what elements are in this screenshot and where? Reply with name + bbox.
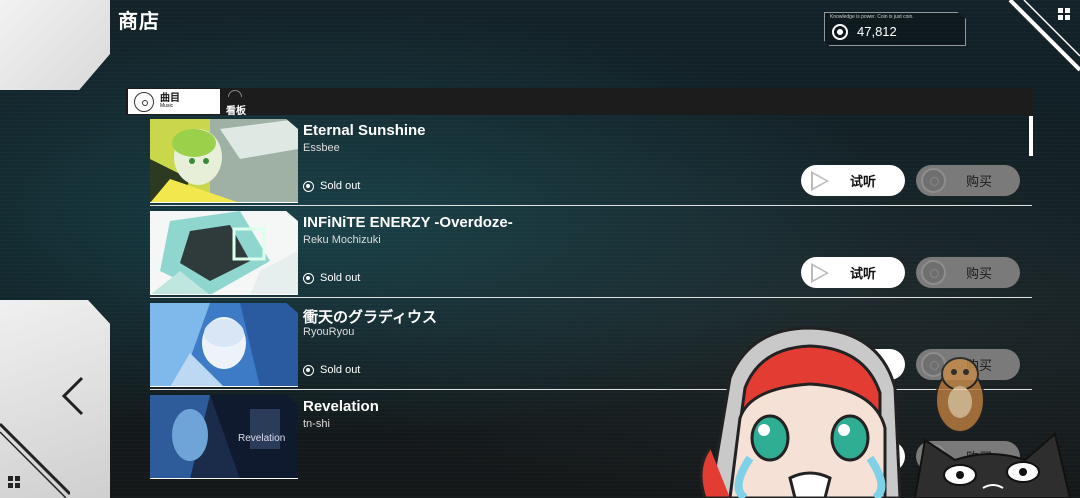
play-icon (811, 171, 829, 191)
song-title: 衝天のグラディウス (303, 309, 437, 326)
coin-value: 47,812 (857, 24, 897, 39)
coin-icon (832, 24, 848, 40)
buy-button[interactable]: 购买 (916, 165, 1020, 196)
song-cover: Revelation (150, 395, 298, 479)
sold-status-label: Sold out (320, 272, 361, 284)
sold-out-icon (303, 364, 314, 376)
sold-status-label: Sold out (320, 180, 361, 192)
song-title: INFiNiTE ENERZY -Overdoze- (303, 214, 513, 231)
song-cover (150, 303, 298, 387)
song-cover (150, 211, 298, 295)
scrollbar-thumb[interactable] (1029, 116, 1033, 156)
crying-girl-mascot (699, 326, 902, 498)
disc-icon (921, 168, 946, 193)
tab-music[interactable]: 曲目 Music (128, 89, 220, 114)
disc-icon (921, 260, 946, 285)
sold-status: Sold out (303, 364, 360, 376)
song-artist: tn-shi (303, 418, 330, 430)
sold-out-icon (303, 272, 314, 284)
song-title: Revelation (303, 398, 379, 415)
song-artist: Essbee (303, 142, 340, 154)
coin-slogan: Knowledge is power. Coin is just coin. (830, 14, 914, 20)
preview-button[interactable]: 试听 (801, 165, 905, 196)
preview-button[interactable]: 试听 (801, 257, 905, 288)
cover-text: Revelation (238, 433, 286, 444)
sold-status-label: Sold out (320, 364, 361, 376)
page-title: 商店 (118, 11, 160, 33)
tab-bar: 曲目 Music 看板 (126, 88, 1033, 117)
buy-button-label: 购买 (965, 174, 992, 189)
song-artist: Reku Mochizuki (303, 234, 381, 246)
preview-button-label: 试听 (849, 266, 876, 281)
buy-button[interactable]: 购买 (916, 257, 1020, 288)
sold-status: Sold out (303, 180, 360, 192)
disc-icon (134, 91, 154, 112)
song-item[interactable]: Eternal Sunshine Essbee Sold out 试听 购买 (150, 115, 1032, 206)
sold-status: Sold out (303, 272, 360, 284)
song-item[interactable]: INFiNiTE ENERZY -Overdoze- Reku Mochizuk… (150, 207, 1032, 298)
sold-out-icon (303, 180, 314, 192)
song-artist: RyouRyou (303, 326, 355, 338)
grid-menu-icon[interactable] (1058, 8, 1072, 22)
song-title: Eternal Sunshine (303, 122, 426, 139)
song-cover (150, 119, 298, 203)
tab-music-sub: Music (160, 103, 174, 109)
tab-board[interactable]: 看板 (226, 90, 256, 117)
preview-button-label: 试听 (849, 174, 876, 189)
buy-button-label: 购买 (965, 266, 992, 281)
play-icon (811, 263, 829, 283)
coin-counter: Knowledge is power. Coin is just coin. 4… (824, 12, 966, 46)
black-cat-mascot (913, 432, 1072, 498)
